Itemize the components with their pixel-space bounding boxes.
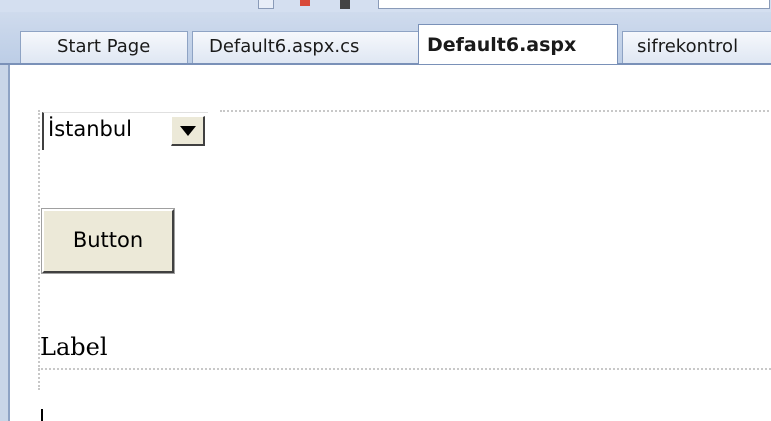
layout-guide [220,110,771,112]
design-surface[interactable]: İstanbul Button Label [8,65,771,421]
asp-label[interactable]: Label [40,333,108,361]
asp-button[interactable]: Button [41,208,175,274]
document-tab-strip: Start Page Default6.aspx.cs Default6.asp… [0,12,771,64]
layout-guide [38,368,771,370]
tab-label: sifrekontrol [637,36,739,57]
dropdown-arrow-button[interactable] [171,116,205,146]
dropdown-selected-value: İstanbul [48,117,133,141]
city-dropdown[interactable]: İstanbul [42,112,208,150]
tab-label: Start Page [57,36,151,57]
tab-default6-aspx[interactable]: Default6.aspx [418,24,618,64]
designer-window: Start Page Default6.aspx.cs Default6.asp… [0,0,771,421]
triangle-down-icon [180,126,196,136]
tab-default6-aspx-cs[interactable]: Default6.aspx.cs [192,31,422,63]
tab-label: Default6.aspx [427,34,577,56]
tab-start-page[interactable]: Start Page [20,31,188,63]
toolbar-arrow-icon[interactable] [340,0,350,9]
text-caret [41,409,43,421]
tab-sifrekontrol[interactable]: sifrekontrol [622,31,771,63]
toolbar-button[interactable] [258,0,274,9]
toolbar-combo[interactable] [378,0,770,9]
tab-label: Default6.aspx.cs [209,36,360,57]
toolbar-red-icon[interactable] [300,0,310,6]
